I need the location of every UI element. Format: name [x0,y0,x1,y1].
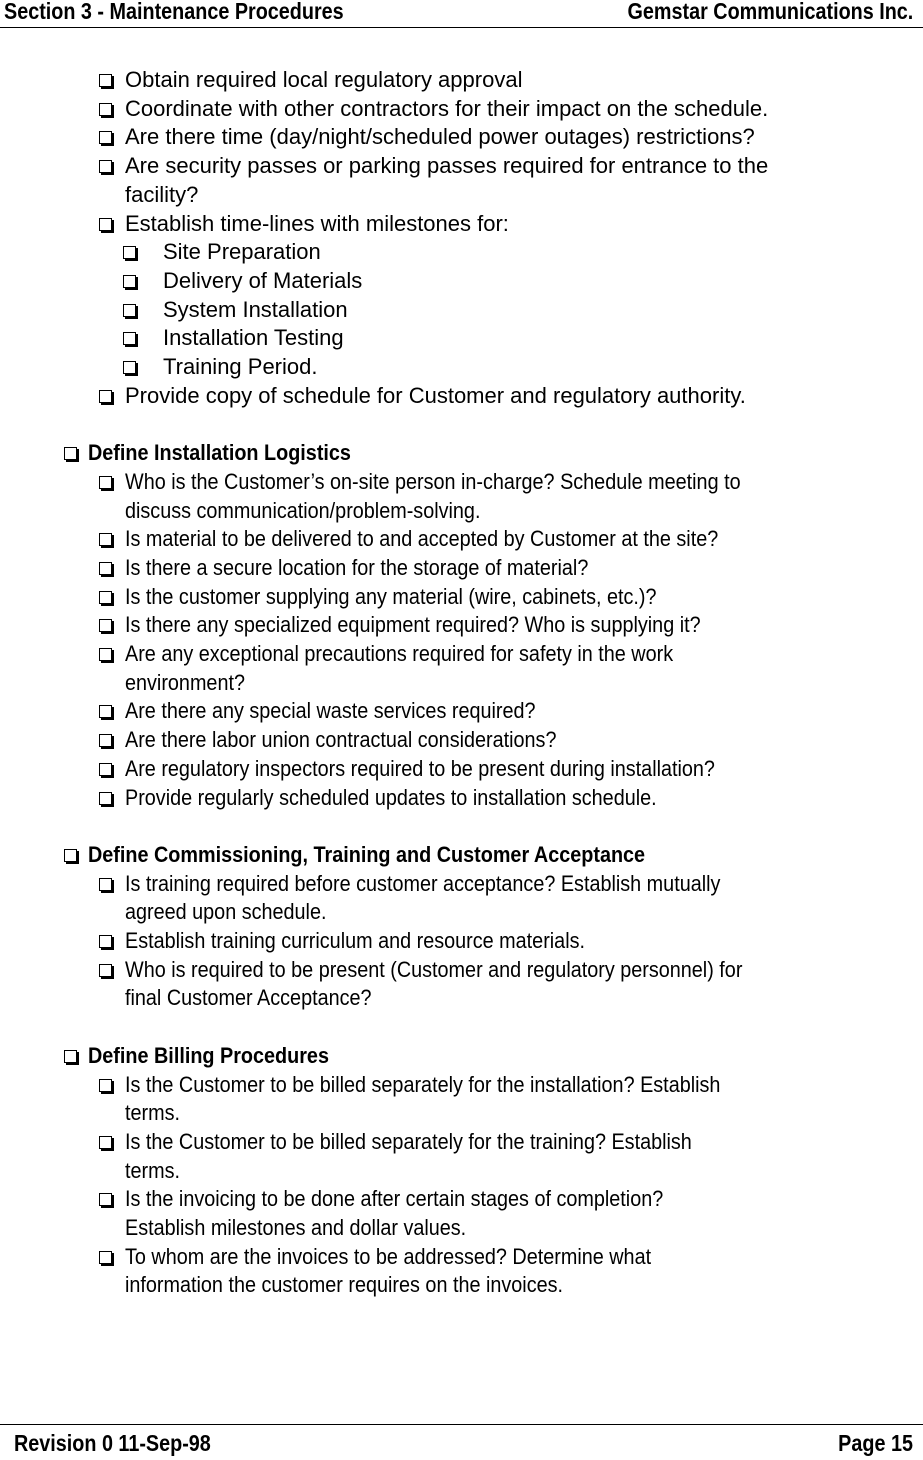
checkbox-icon[interactable] [99,1078,112,1092]
checkbox-icon[interactable] [99,102,112,116]
page-number: Page 15 [838,1430,913,1456]
checklist-item: Are there any special waste services req… [0,697,923,726]
checkbox-icon[interactable] [99,734,112,748]
checklist-item: Are there labor union contractual consid… [0,726,923,755]
checkbox-icon[interactable] [123,274,136,288]
checklist-item: Provide regularly scheduled updates to i… [0,784,923,813]
checkbox-icon[interactable] [99,590,112,604]
checkbox-icon[interactable] [99,1193,112,1207]
checkbox-icon[interactable] [99,160,112,174]
page-header: Section 3 - Maintenance Procedures Gemst… [0,0,923,28]
section-title: Section 3 - Maintenance Procedures [4,0,344,24]
checklist-item: Are any exceptional precautions required… [0,640,923,697]
checklist-item: Establish training curriculum and resour… [0,927,923,956]
checkbox-icon[interactable] [99,1135,112,1149]
milestone-item: Site Preparation [0,238,923,267]
milestone-item: Training Period. [0,353,923,382]
checklist-item: Coordinate with other contractors for th… [0,95,923,124]
checklist-content: Obtain required local regulatory approva… [0,66,923,1300]
checklist-item: Is training required before customer acc… [0,870,923,927]
section-heading: Define Installation Logistics [0,439,923,468]
checkbox-icon[interactable] [99,762,112,776]
milestone-item: System Installation [0,296,923,325]
milestone-list: Site Preparation Delivery of Materials S… [0,238,923,382]
checkbox-icon[interactable] [99,791,112,805]
checkbox-icon[interactable] [99,648,112,662]
checkbox-icon[interactable] [99,533,112,547]
checklist-item: Are there time (day/night/scheduled powe… [0,123,923,152]
checklist-item: Is there any specialized equipment requi… [0,611,923,640]
checkbox-icon[interactable] [99,131,112,145]
checklist-item: Is there a secure location for the stora… [0,554,923,583]
checklist-item: Obtain required local regulatory approva… [0,66,923,95]
checklist-item: Are security passes or parking passes re… [0,152,923,209]
checkbox-icon[interactable] [123,332,136,346]
company-name: Gemstar Communications Inc. [627,0,913,24]
checklist-item: Is the Customer to be billed separately … [0,1128,923,1185]
section-heading: Define Billing Procedures [0,1042,923,1071]
checklist-item: Is the customer supplying any material (… [0,583,923,612]
checkbox-icon[interactable] [123,303,136,317]
section-installation-logistics: Define Installation Logistics Who is the… [0,439,923,812]
checkbox-icon[interactable] [99,74,112,87]
section-billing: Define Billing Procedures Is the Custome… [0,1042,923,1300]
checkbox-icon[interactable] [99,935,112,949]
section-commissioning: Define Commissioning, Training and Custo… [0,841,923,1013]
checkbox-icon[interactable] [64,848,77,862]
checkbox-icon[interactable] [99,1250,112,1264]
checklist-item: Are regulatory inspectors required to be… [0,755,923,784]
revision-date: Revision 0 11-Sep-98 [14,1430,211,1456]
checklist-item: Provide copy of schedule for Customer an… [0,382,923,411]
milestone-item: Delivery of Materials [0,267,923,296]
checklist-item: Who is required to be present (Customer … [0,956,923,1013]
checkbox-icon[interactable] [99,877,112,891]
milestone-item: Installation Testing [0,324,923,353]
checklist-item: Is the Customer to be billed separately … [0,1071,923,1128]
page-footer: Revision 0 11-Sep-98 Page 15 [0,1424,923,1460]
checkbox-icon[interactable] [123,361,136,375]
checklist-item: Is the invoicing to be done after certai… [0,1185,923,1242]
checklist-item: Who is the Customer’s on-site person in-… [0,468,923,525]
checkbox-icon[interactable] [99,561,112,575]
checkbox-icon[interactable] [99,217,112,231]
checkbox-icon[interactable] [99,619,112,633]
checkbox-icon[interactable] [99,705,112,719]
checkbox-icon[interactable] [99,389,112,403]
section-heading: Define Commissioning, Training and Custo… [0,841,923,870]
checkbox-icon[interactable] [64,447,77,461]
checklist-item: Establish time-lines with milestones for… [0,210,923,239]
checkbox-icon[interactable] [99,475,112,489]
checklist-item: To whom are the invoices to be addressed… [0,1243,923,1300]
intro-checklist: Obtain required local regulatory approva… [0,66,923,410]
checkbox-icon[interactable] [64,1049,77,1063]
checkbox-icon[interactable] [99,963,112,977]
checklist-item: Is material to be delivered to and accep… [0,525,923,554]
checkbox-icon[interactable] [123,246,136,260]
